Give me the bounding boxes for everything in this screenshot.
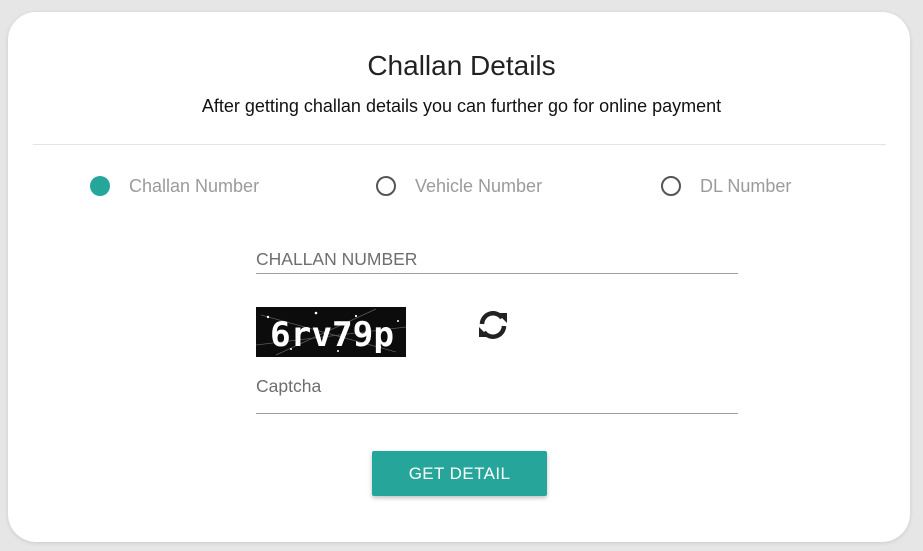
page-title: Challan Details — [367, 50, 556, 81]
captcha-image: 6rv79p — [256, 307, 406, 357]
challan-number-field — [256, 245, 738, 274]
challan-number-input[interactable] — [256, 245, 738, 273]
captcha-field — [256, 372, 738, 414]
captcha-input[interactable] — [256, 372, 738, 400]
radio-label: Vehicle Number — [415, 175, 543, 196]
refresh-captcha-icon[interactable] — [476, 308, 510, 342]
radio-vehicle-number[interactable]: Vehicle Number — [376, 174, 542, 198]
radio-button-unchecked-icon — [376, 176, 396, 196]
radio-button-checked-icon — [90, 176, 110, 196]
radio-button-unchecked-icon — [661, 176, 681, 196]
radio-dl-number[interactable]: DL Number — [661, 174, 791, 198]
radio-label: Challan Number — [129, 175, 260, 196]
radio-label: DL Number — [700, 175, 792, 196]
get-detail-button[interactable]: GET DETAIL — [372, 451, 547, 496]
captcha-text: 6rv79p — [270, 315, 394, 355]
page-subtitle: After getting challan details you can fu… — [201, 96, 722, 116]
radio-challan-number[interactable]: Challan Number — [90, 174, 259, 198]
divider — [33, 144, 886, 145]
